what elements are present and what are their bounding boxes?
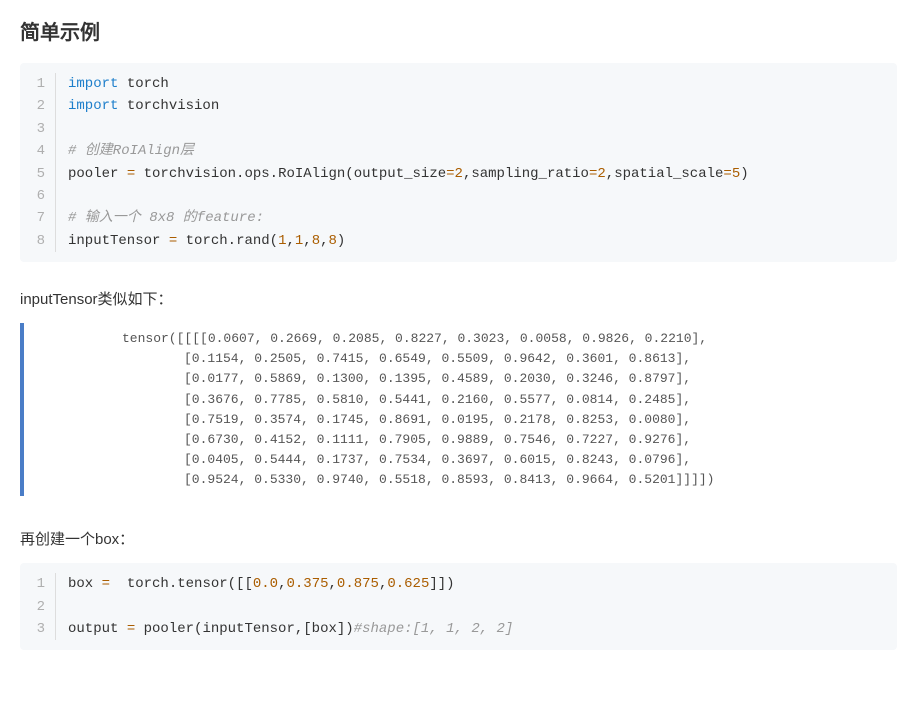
line-number: 6 — [20, 185, 56, 207]
code-line: 6 — [20, 185, 897, 207]
line-number: 2 — [20, 95, 56, 117]
code-content — [68, 596, 76, 618]
tensor-row: [0.7519, 0.3574, 0.1745, 0.8691, 0.0195,… — [40, 410, 897, 430]
code-content — [68, 185, 76, 207]
code-line: 3 — [20, 118, 897, 140]
code-line: 7 # 输入一个 8x8 的feature: — [20, 207, 897, 229]
code-line: 3 output = pooler(inputTensor,[box])#shap… — [20, 618, 897, 640]
tensor-row: [0.0405, 0.5444, 0.1737, 0.7534, 0.3697,… — [40, 450, 897, 470]
code-content: inputTensor = torch.rand(1,1,8,8) — [68, 230, 345, 252]
code-block-2: 1 box = torch.tensor([[0.0,0.375,0.875,0.… — [20, 563, 897, 650]
tensor-row: tensor([[[[0.0607, 0.2669, 0.2085, 0.822… — [40, 329, 897, 349]
code-line: 4 # 创建RoIAlign层 — [20, 140, 897, 162]
line-number: 1 — [20, 573, 56, 595]
code-block-1: 1 import torch 2 import torchvision 3 4 # 创建R… — [20, 63, 897, 262]
code-content: output = pooler(inputTensor,[box])#shape… — [68, 618, 513, 640]
paragraph-tensor-intro: inputTensor类似如下： — [20, 286, 897, 313]
tensor-row: [0.1154, 0.2505, 0.7415, 0.6549, 0.5509,… — [40, 349, 897, 369]
tensor-row: [0.6730, 0.4152, 0.1111, 0.7905, 0.9889,… — [40, 430, 897, 450]
code-line: 5 pooler = torchvision.ops.RoIAlign(outpu… — [20, 163, 897, 185]
code-content: pooler = torchvision.ops.RoIAlign(output… — [68, 163, 749, 185]
line-number: 5 — [20, 163, 56, 185]
line-number: 7 — [20, 207, 56, 229]
line-number: 8 — [20, 230, 56, 252]
code-content: import torchvision — [68, 95, 219, 117]
code-content: # 创建RoIAlign层 — [68, 140, 194, 162]
code-line: 1 box = torch.tensor([[0.0,0.375,0.875,0.… — [20, 573, 897, 595]
line-number: 1 — [20, 73, 56, 95]
code-line: 2 — [20, 596, 897, 618]
code-content: # 输入一个 8x8 的feature: — [68, 207, 264, 229]
code-content: box = torch.tensor([[0.0,0.375,0.875,0.6… — [68, 573, 455, 595]
code-line: 8 inputTensor = torch.rand(1,1,8,8) — [20, 230, 897, 252]
tensor-row: [0.3676, 0.7785, 0.5810, 0.5441, 0.2160,… — [40, 390, 897, 410]
tensor-row: [0.0177, 0.5869, 0.1300, 0.1395, 0.4589,… — [40, 369, 897, 389]
line-number: 3 — [20, 118, 56, 140]
paragraph-box-intro: 再创建一个box： — [20, 526, 897, 553]
section-heading: 简单示例 — [20, 16, 897, 45]
line-number: 2 — [20, 596, 56, 618]
line-number: 4 — [20, 140, 56, 162]
tensor-row: [0.9524, 0.5330, 0.9740, 0.5518, 0.8593,… — [40, 470, 897, 490]
tensor-output: tensor([[[[0.0607, 0.2669, 0.2085, 0.822… — [20, 323, 897, 496]
code-content — [68, 118, 76, 140]
code-line: 1 import torch — [20, 73, 897, 95]
code-content: import torch — [68, 73, 169, 95]
line-number: 3 — [20, 618, 56, 640]
code-line: 2 import torchvision — [20, 95, 897, 117]
